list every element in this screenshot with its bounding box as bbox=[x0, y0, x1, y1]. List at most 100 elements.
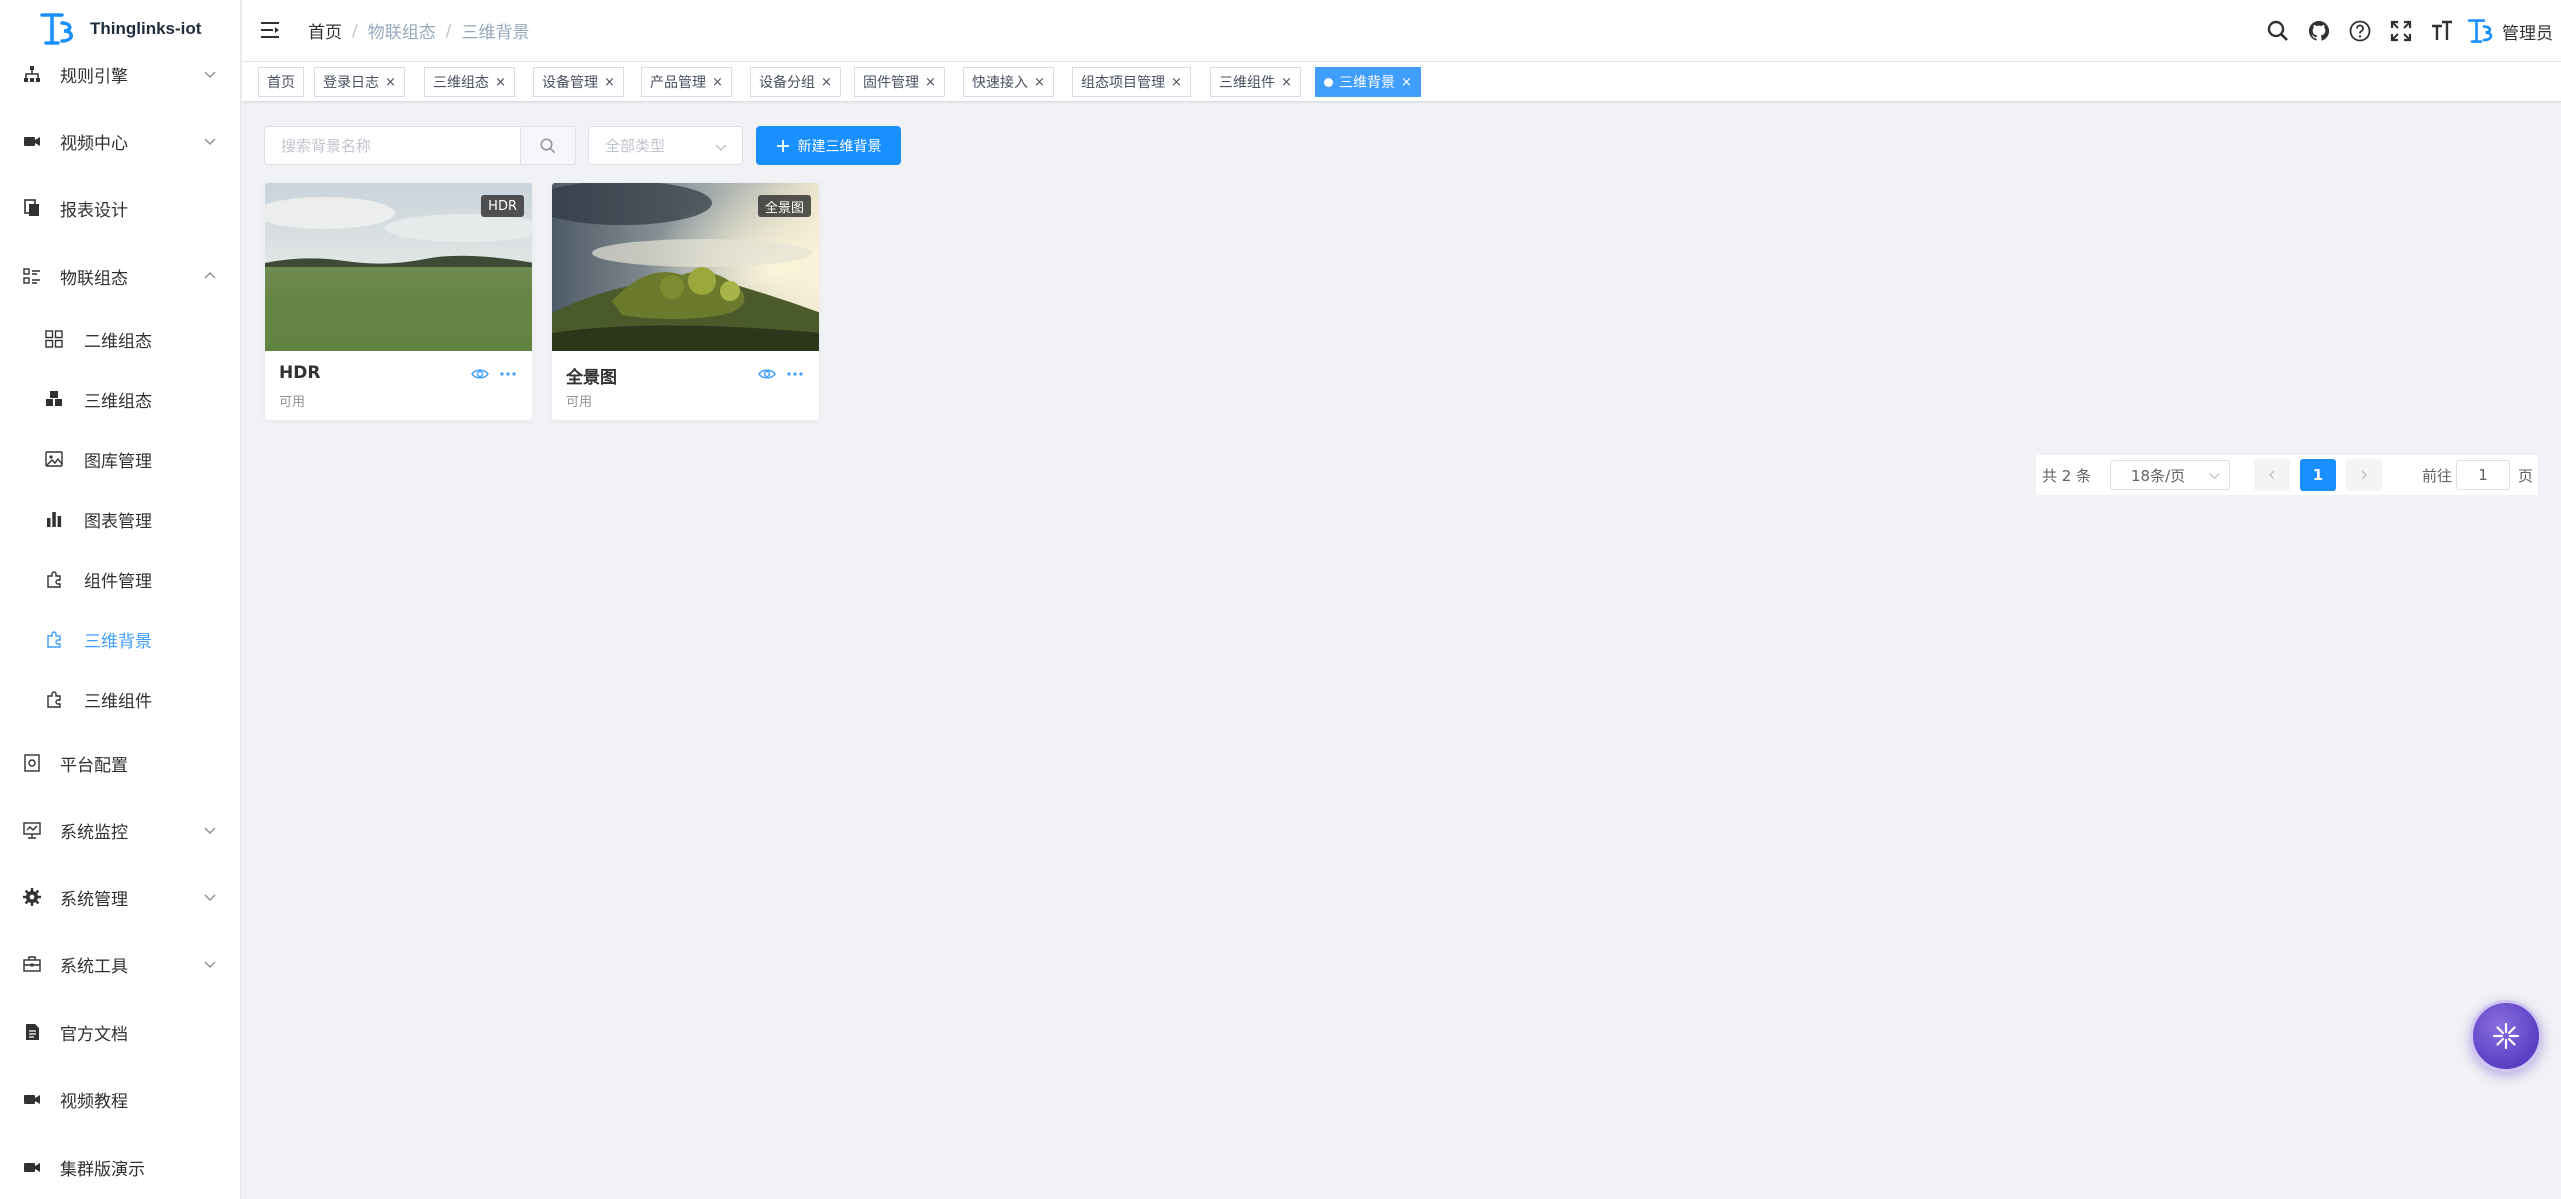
sidebar-item-label: 视频中心 bbox=[60, 133, 128, 154]
new-button-label: 新建三维背景 bbox=[797, 138, 882, 155]
close-icon[interactable]: × bbox=[385, 75, 396, 90]
sidebar-item-platform-config[interactable]: 平台配置 bbox=[0, 739, 240, 787]
card-title: HDR bbox=[279, 363, 321, 383]
prev-page-button[interactable] bbox=[2254, 459, 2290, 491]
monitor-icon bbox=[23, 822, 41, 839]
chevron-down-icon bbox=[204, 894, 216, 902]
pagination-total: 共 2 条 bbox=[2042, 466, 2092, 485]
background-card[interactable]: HDR HDR 可用 bbox=[264, 182, 533, 421]
next-page-button[interactable] bbox=[2346, 459, 2382, 491]
page-label: 页 bbox=[2518, 466, 2534, 485]
tag-label: 设备管理 bbox=[542, 75, 598, 91]
close-icon[interactable]: × bbox=[1171, 75, 1182, 90]
toolbox-icon bbox=[23, 956, 41, 972]
goto-label: 前往 bbox=[2422, 466, 2453, 485]
active-dot-icon bbox=[1324, 77, 1333, 87]
background-card[interactable]: 全景图 全景图 可用 bbox=[551, 182, 820, 421]
sidebar-item-video-tutorial[interactable]: 视频教程 bbox=[0, 1075, 240, 1123]
sidebar-item-label: 系统监控 bbox=[60, 822, 128, 843]
sidebar-item-2d-config[interactable]: 二维组态 bbox=[0, 315, 240, 363]
tag-login-log[interactable]: 登录日志 × bbox=[314, 67, 405, 97]
sidebar-item-gallery[interactable]: 图库管理 bbox=[0, 435, 240, 483]
close-icon[interactable]: × bbox=[1281, 75, 1292, 90]
tag-3d-config[interactable]: 三维组态 × bbox=[424, 67, 515, 97]
sidebar-item-video-center[interactable]: 视频中心 bbox=[0, 117, 240, 165]
github-icon[interactable] bbox=[2298, 0, 2339, 62]
sidebar-item-report-design[interactable]: 报表设计 bbox=[0, 184, 240, 232]
sidebar-item-3d-background[interactable]: 三维背景 bbox=[0, 615, 240, 663]
sidebar-item-label: 三维背景 bbox=[84, 631, 152, 652]
chevron-down-icon bbox=[2209, 473, 2220, 480]
sidebar-item-component-manage[interactable]: 组件管理 bbox=[0, 555, 240, 603]
breadcrumb-home[interactable]: 首页 bbox=[308, 18, 342, 43]
sidebar-item-label: 报表设计 bbox=[60, 200, 128, 221]
search-button[interactable] bbox=[521, 126, 576, 165]
sidebar-item-rule-engine[interactable]: 规则引擎 bbox=[0, 50, 240, 98]
breadcrumb-iot-config: 物联组态 bbox=[367, 23, 436, 43]
sidebar-item-label: 视频教程 bbox=[60, 1091, 128, 1112]
eye-icon[interactable] bbox=[758, 365, 776, 383]
tag-label: 登录日志 bbox=[323, 75, 379, 91]
sidebar-item-iot-config[interactable]: 物联组态 bbox=[0, 252, 240, 300]
sidebar: Thinglinks-iot 规则引擎 视频中心 报表设计 物联组态 二维组态 … bbox=[0, 0, 241, 1199]
type-select[interactable]: 全部类型 bbox=[588, 126, 743, 165]
tag-label: 组态项目管理 bbox=[1081, 75, 1165, 91]
close-icon[interactable]: × bbox=[1034, 75, 1045, 90]
tag-device-group[interactable]: 设备分组 × bbox=[750, 67, 841, 97]
search-input[interactable] bbox=[264, 126, 521, 165]
right-menu: 管理员 bbox=[2257, 0, 2553, 62]
assistant-float-button[interactable] bbox=[2470, 1000, 2542, 1072]
tag-home[interactable]: 首页 bbox=[258, 67, 304, 97]
close-icon[interactable]: × bbox=[604, 75, 615, 90]
sidebar-item-label: 系统管理 bbox=[60, 889, 128, 910]
tag-device-manage[interactable]: 设备管理 × bbox=[533, 67, 624, 97]
sidebar-item-label: 规则引擎 bbox=[60, 66, 128, 87]
close-icon[interactable]: × bbox=[925, 75, 936, 90]
tag-product-manage[interactable]: 产品管理 × bbox=[641, 67, 732, 97]
tag-firmware-manage[interactable]: 固件管理 × bbox=[854, 67, 945, 97]
close-icon[interactable]: × bbox=[821, 75, 832, 90]
help-icon[interactable] bbox=[2339, 0, 2380, 62]
document-icon bbox=[26, 1024, 39, 1040]
sidebar-item-3d-config[interactable]: 三维组态 bbox=[0, 375, 240, 423]
sidebar-item-label: 物联组态 bbox=[60, 268, 128, 289]
tag-config-project-manage[interactable]: 组态项目管理 × bbox=[1072, 67, 1191, 97]
list-icon bbox=[23, 268, 40, 284]
sidebar-item-official-docs[interactable]: 官方文档 bbox=[0, 1008, 240, 1056]
eye-icon[interactable] bbox=[471, 365, 489, 383]
more-icon[interactable] bbox=[499, 365, 517, 383]
chevron-right-icon bbox=[2361, 470, 2368, 480]
close-icon[interactable]: × bbox=[712, 75, 723, 90]
tag-3d-component[interactable]: 三维组件 × bbox=[1210, 67, 1301, 97]
hamburger-icon[interactable] bbox=[258, 18, 282, 42]
tag-label: 快速接入 bbox=[972, 75, 1028, 91]
tag-label: 首页 bbox=[267, 75, 295, 91]
report-copy-icon bbox=[24, 199, 39, 216]
card-title: 全景图 bbox=[566, 368, 617, 388]
page-number-button[interactable]: 1 bbox=[2300, 459, 2336, 491]
new-3d-background-button[interactable]: 新建三维背景 bbox=[756, 126, 901, 165]
sidebar-item-cluster-demo[interactable]: 集群版演示 bbox=[0, 1143, 240, 1191]
font-size-icon[interactable] bbox=[2421, 0, 2462, 62]
search-icon[interactable] bbox=[2257, 0, 2298, 62]
sidebar-item-3d-component[interactable]: 三维组件 bbox=[0, 675, 240, 723]
sidebar-item-label: 集群版演示 bbox=[60, 1159, 145, 1180]
tag-3d-background[interactable]: 三维背景 × bbox=[1315, 67, 1421, 97]
config-icon bbox=[24, 754, 40, 772]
sidebar-item-system-monitor[interactable]: 系统监控 bbox=[0, 806, 240, 854]
fullscreen-icon[interactable] bbox=[2380, 0, 2421, 62]
sidebar-item-chart-manage[interactable]: 图表管理 bbox=[0, 495, 240, 543]
more-icon[interactable] bbox=[786, 365, 804, 383]
goto-page-input[interactable] bbox=[2456, 460, 2510, 490]
chevron-left-icon bbox=[2268, 470, 2275, 480]
sidebar-item-system-manage[interactable]: 系统管理 bbox=[0, 873, 240, 921]
user-menu[interactable]: 管理员 bbox=[2466, 16, 2553, 46]
page-size-select[interactable]: 18条/页 bbox=[2110, 460, 2230, 490]
close-icon[interactable]: × bbox=[495, 75, 506, 90]
close-icon[interactable]: × bbox=[1401, 75, 1412, 90]
tag-quick-access[interactable]: 快速接入 × bbox=[963, 67, 1054, 97]
tag-label: 三维背景 bbox=[1339, 75, 1395, 91]
breadcrumb-current: 三维背景 bbox=[461, 23, 530, 43]
sidebar-item-label: 图表管理 bbox=[84, 511, 152, 532]
sidebar-item-system-tools[interactable]: 系统工具 bbox=[0, 940, 240, 988]
